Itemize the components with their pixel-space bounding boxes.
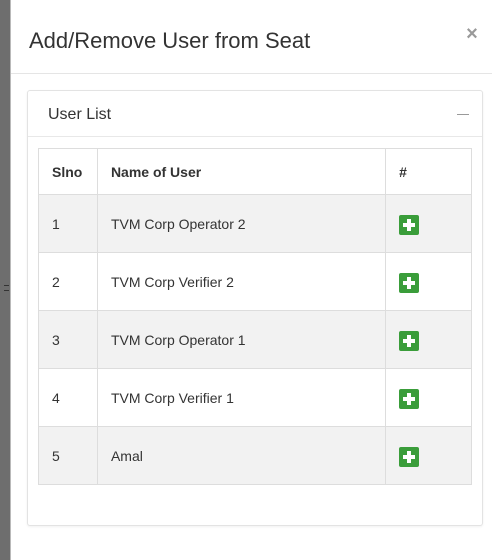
minus-icon[interactable]	[454, 103, 472, 125]
table-row: 3 TVM Corp Operator 1	[38, 310, 472, 369]
cell-slno: 2	[38, 252, 98, 311]
modal-title: Add/Remove User from Seat	[29, 28, 311, 53]
background-page-edge-mark	[4, 285, 9, 291]
cell-slno: 1	[38, 194, 98, 253]
cell-action	[385, 368, 472, 427]
table-row: 2 TVM Corp Verifier 2	[38, 252, 472, 311]
plus-square-icon[interactable]	[399, 214, 420, 235]
close-icon[interactable]: ×	[462, 22, 482, 46]
plus-square-icon[interactable]	[399, 272, 420, 293]
user-list-panel: User List Slno Name of User # 1 TVM Corp…	[27, 90, 483, 526]
cell-slno: 4	[38, 368, 98, 427]
cell-user-name: TVM Corp Verifier 1	[96, 368, 387, 427]
cell-user-name: TVM Corp Operator 2	[96, 194, 387, 253]
plus-square-icon[interactable]	[399, 330, 420, 351]
header-name-of-user: Name of User	[96, 148, 387, 195]
plus-square-icon[interactable]	[399, 446, 420, 467]
table-row: 1 TVM Corp Operator 2	[38, 194, 472, 253]
header-slno: Slno	[38, 148, 98, 195]
cell-action	[385, 252, 472, 311]
cell-user-name: Amal	[96, 426, 387, 485]
add-remove-user-modal: Add/Remove User from Seat × User List Sl…	[10, 0, 492, 560]
cell-action	[385, 310, 472, 369]
modal-header: Add/Remove User from Seat ×	[11, 0, 492, 74]
cell-user-name: TVM Corp Operator 1	[96, 310, 387, 369]
cell-slno: 5	[38, 426, 98, 485]
user-table: Slno Name of User # 1 TVM Corp Operator …	[38, 148, 472, 485]
table-row: 4 TVM Corp Verifier 1	[38, 368, 472, 427]
cell-slno: 3	[38, 310, 98, 369]
table-header-row: Slno Name of User #	[38, 148, 472, 195]
cell-action	[385, 194, 472, 253]
cell-action	[385, 426, 472, 485]
header-action: #	[385, 148, 472, 195]
panel-title: User List	[48, 106, 112, 123]
plus-square-icon[interactable]	[399, 388, 420, 409]
panel-heading: User List	[28, 91, 482, 137]
cell-user-name: TVM Corp Verifier 2	[96, 252, 387, 311]
table-row: 5 Amal	[38, 426, 472, 485]
